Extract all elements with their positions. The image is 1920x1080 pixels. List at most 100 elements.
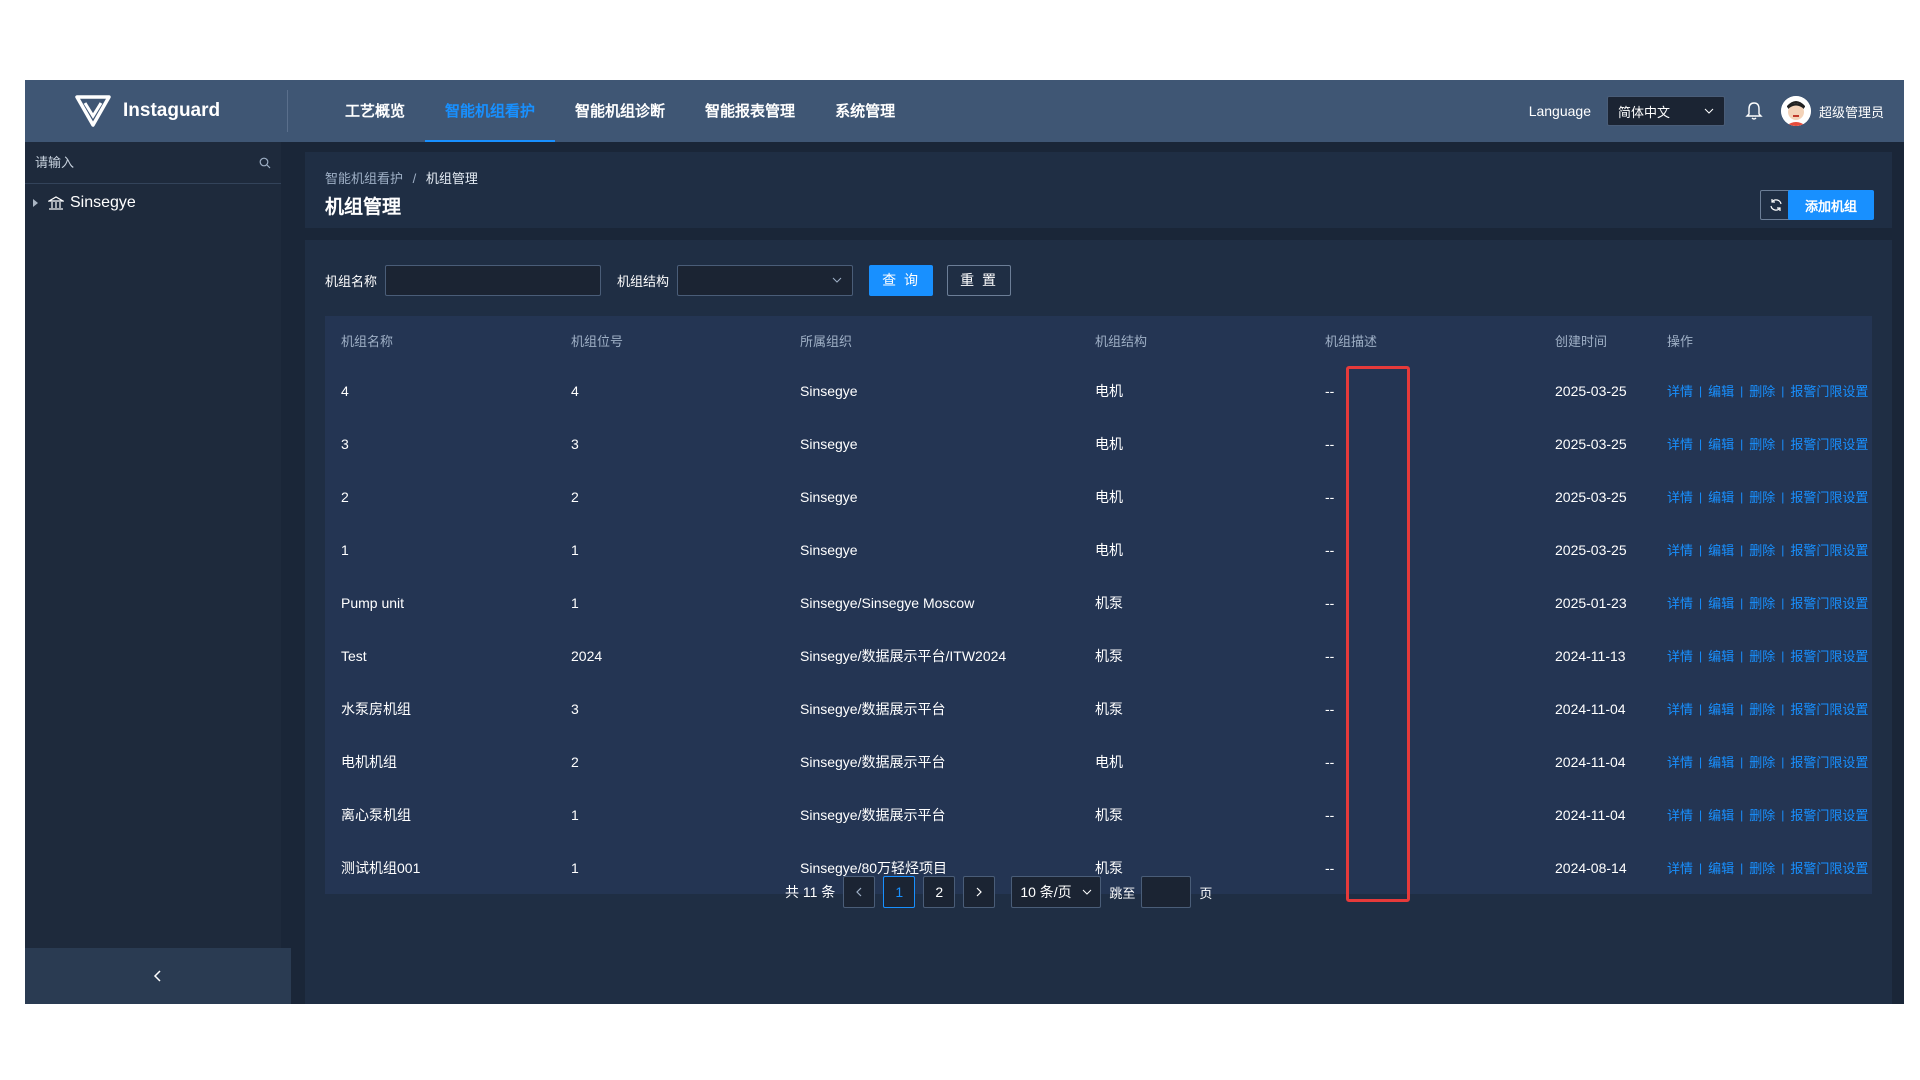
jump-label: 跳至: [1109, 885, 1136, 901]
action-detail-link[interactable]: 详情: [1667, 540, 1693, 559]
action-detail-link[interactable]: 详情: [1667, 805, 1693, 824]
building-icon: [48, 196, 64, 210]
action-edit-link[interactable]: 编辑: [1708, 805, 1734, 824]
bell-icon[interactable]: [1743, 100, 1765, 122]
action-alarm-link[interactable]: 报警门限设置: [1790, 487, 1868, 506]
action-edit-link[interactable]: 编辑: [1708, 540, 1734, 559]
action-alarm-link[interactable]: 报警门限设置: [1790, 858, 1868, 877]
table-row: 1 1 Sinsegye 电机 -- 2025-03-25 详情 | 编辑 | 删除 | 报警门限设置: [325, 523, 1872, 576]
unit-name-input[interactable]: [385, 264, 602, 296]
action-delete-link[interactable]: 删除: [1749, 434, 1775, 453]
action-separator: |: [1699, 436, 1703, 451]
action-separator: |: [1781, 436, 1785, 451]
sidebar-search-input[interactable]: [35, 155, 259, 170]
action-detail-link[interactable]: 详情: [1667, 381, 1693, 400]
cell-name: 电机机组: [341, 753, 397, 770]
page-title: 机组管理: [325, 197, 402, 218]
reset-button[interactable]: 重 置: [947, 264, 1012, 296]
unit-structure-select[interactable]: [677, 264, 854, 296]
cell-desc: --: [1325, 647, 1335, 664]
action-separator: |: [1740, 595, 1744, 610]
action-delete-link[interactable]: 删除: [1749, 540, 1775, 559]
action-detail-link[interactable]: 详情: [1667, 487, 1693, 506]
tree-node-root[interactable]: Sinsegye: [33, 194, 136, 212]
row-actions: 详情 | 编辑 | 删除 | 报警门限设置: [1667, 699, 1868, 718]
action-delete-link[interactable]: 删除: [1749, 487, 1775, 506]
action-detail-link[interactable]: 详情: [1667, 752, 1693, 771]
action-separator: |: [1699, 595, 1703, 610]
action-edit-link[interactable]: 编辑: [1708, 593, 1734, 612]
action-edit-link[interactable]: 编辑: [1708, 381, 1734, 400]
action-detail-link[interactable]: 详情: [1667, 646, 1693, 665]
action-separator: |: [1740, 648, 1744, 663]
language-select[interactable]: 简体中文: [1606, 96, 1725, 126]
action-alarm-link[interactable]: 报警门限设置: [1790, 646, 1868, 665]
cell-desc: --: [1325, 435, 1335, 452]
cell-org: Sinsegye/Sinsegye Moscow: [800, 594, 975, 611]
cell-org: Sinsegye: [800, 488, 858, 505]
nav-item-3[interactable]: 智能报表管理: [685, 80, 815, 142]
cell-desc: --: [1325, 382, 1335, 399]
cell-structure: 机泵: [1095, 806, 1123, 823]
action-delete-link[interactable]: 删除: [1749, 699, 1775, 718]
query-button[interactable]: 查 询: [869, 264, 934, 296]
unit-structure-label: 机组结构: [617, 273, 670, 289]
action-detail-link[interactable]: 详情: [1667, 858, 1693, 877]
cell-position: 3: [571, 435, 579, 452]
row-actions: 详情 | 编辑 | 删除 | 报警门限设置: [1667, 858, 1868, 877]
action-detail-link[interactable]: 详情: [1667, 699, 1693, 718]
logo[interactable]: Instaguard: [75, 94, 220, 128]
action-delete-link[interactable]: 删除: [1749, 858, 1775, 877]
cell-structure: 电机: [1095, 541, 1123, 558]
caret-right-icon[interactable]: [33, 199, 38, 207]
nav-item-0[interactable]: 工艺概览: [325, 80, 425, 142]
page-button-2[interactable]: 2: [923, 876, 956, 908]
language-value: 简体中文: [1617, 104, 1670, 120]
add-unit-button[interactable]: 添加机组: [1788, 190, 1874, 220]
breadcrumb-parent[interactable]: 智能机组看护: [325, 171, 403, 186]
action-delete-link[interactable]: 删除: [1749, 805, 1775, 824]
action-alarm-link[interactable]: 报警门限设置: [1790, 540, 1868, 559]
action-edit-link[interactable]: 编辑: [1708, 858, 1734, 877]
action-edit-link[interactable]: 编辑: [1708, 646, 1734, 665]
search-icon[interactable]: [259, 157, 271, 169]
cell-desc: --: [1325, 541, 1335, 558]
pagination-total: 共 11 条: [785, 884, 836, 900]
nav-item-2[interactable]: 智能机组诊断: [555, 80, 685, 142]
row-actions: 详情 | 编辑 | 删除 | 报警门限设置: [1667, 540, 1868, 559]
action-detail-link[interactable]: 详情: [1667, 434, 1693, 453]
next-page-button[interactable]: [963, 876, 996, 908]
cell-org: Sinsegye/数据展示平台: [800, 806, 946, 823]
header-structure: 机组结构: [1095, 333, 1148, 349]
avatar[interactable]: [1780, 96, 1811, 126]
page-size-value: 10 条/页: [1020, 884, 1072, 900]
action-detail-link[interactable]: 详情: [1667, 593, 1693, 612]
action-alarm-link[interactable]: 报警门限设置: [1790, 699, 1868, 718]
prev-page-button[interactable]: [843, 876, 876, 908]
sidebar-collapse-button[interactable]: [25, 948, 291, 1004]
action-delete-link[interactable]: 删除: [1749, 646, 1775, 665]
action-edit-link[interactable]: 编辑: [1708, 699, 1734, 718]
action-delete-link[interactable]: 删除: [1749, 593, 1775, 612]
action-delete-link[interactable]: 删除: [1749, 381, 1775, 400]
row-actions: 详情 | 编辑 | 删除 | 报警门限设置: [1667, 805, 1868, 824]
action-delete-link[interactable]: 删除: [1749, 752, 1775, 771]
header-position: 机组位号: [571, 333, 624, 349]
chevron-down-icon: [1704, 108, 1714, 114]
action-alarm-link[interactable]: 报警门限设置: [1790, 381, 1868, 400]
page-button-1[interactable]: 1: [883, 876, 916, 908]
action-edit-link[interactable]: 编辑: [1708, 434, 1734, 453]
action-edit-link[interactable]: 编辑: [1708, 487, 1734, 506]
action-alarm-link[interactable]: 报警门限设置: [1790, 805, 1868, 824]
action-alarm-link[interactable]: 报警门限设置: [1790, 752, 1868, 771]
nav-item-1[interactable]: 智能机组看护: [425, 80, 556, 142]
action-edit-link[interactable]: 编辑: [1708, 752, 1734, 771]
action-separator: |: [1699, 383, 1703, 398]
nav-item-4[interactable]: 系统管理: [815, 80, 915, 142]
jump-page-input[interactable]: [1141, 876, 1192, 908]
row-actions: 详情 | 编辑 | 删除 | 报警门限设置: [1667, 487, 1868, 506]
page-size-select[interactable]: 10 条/页: [1011, 876, 1102, 908]
cell-created: 2024-08-14: [1555, 859, 1627, 876]
action-alarm-link[interactable]: 报警门限设置: [1790, 434, 1868, 453]
action-alarm-link[interactable]: 报警门限设置: [1790, 593, 1868, 612]
